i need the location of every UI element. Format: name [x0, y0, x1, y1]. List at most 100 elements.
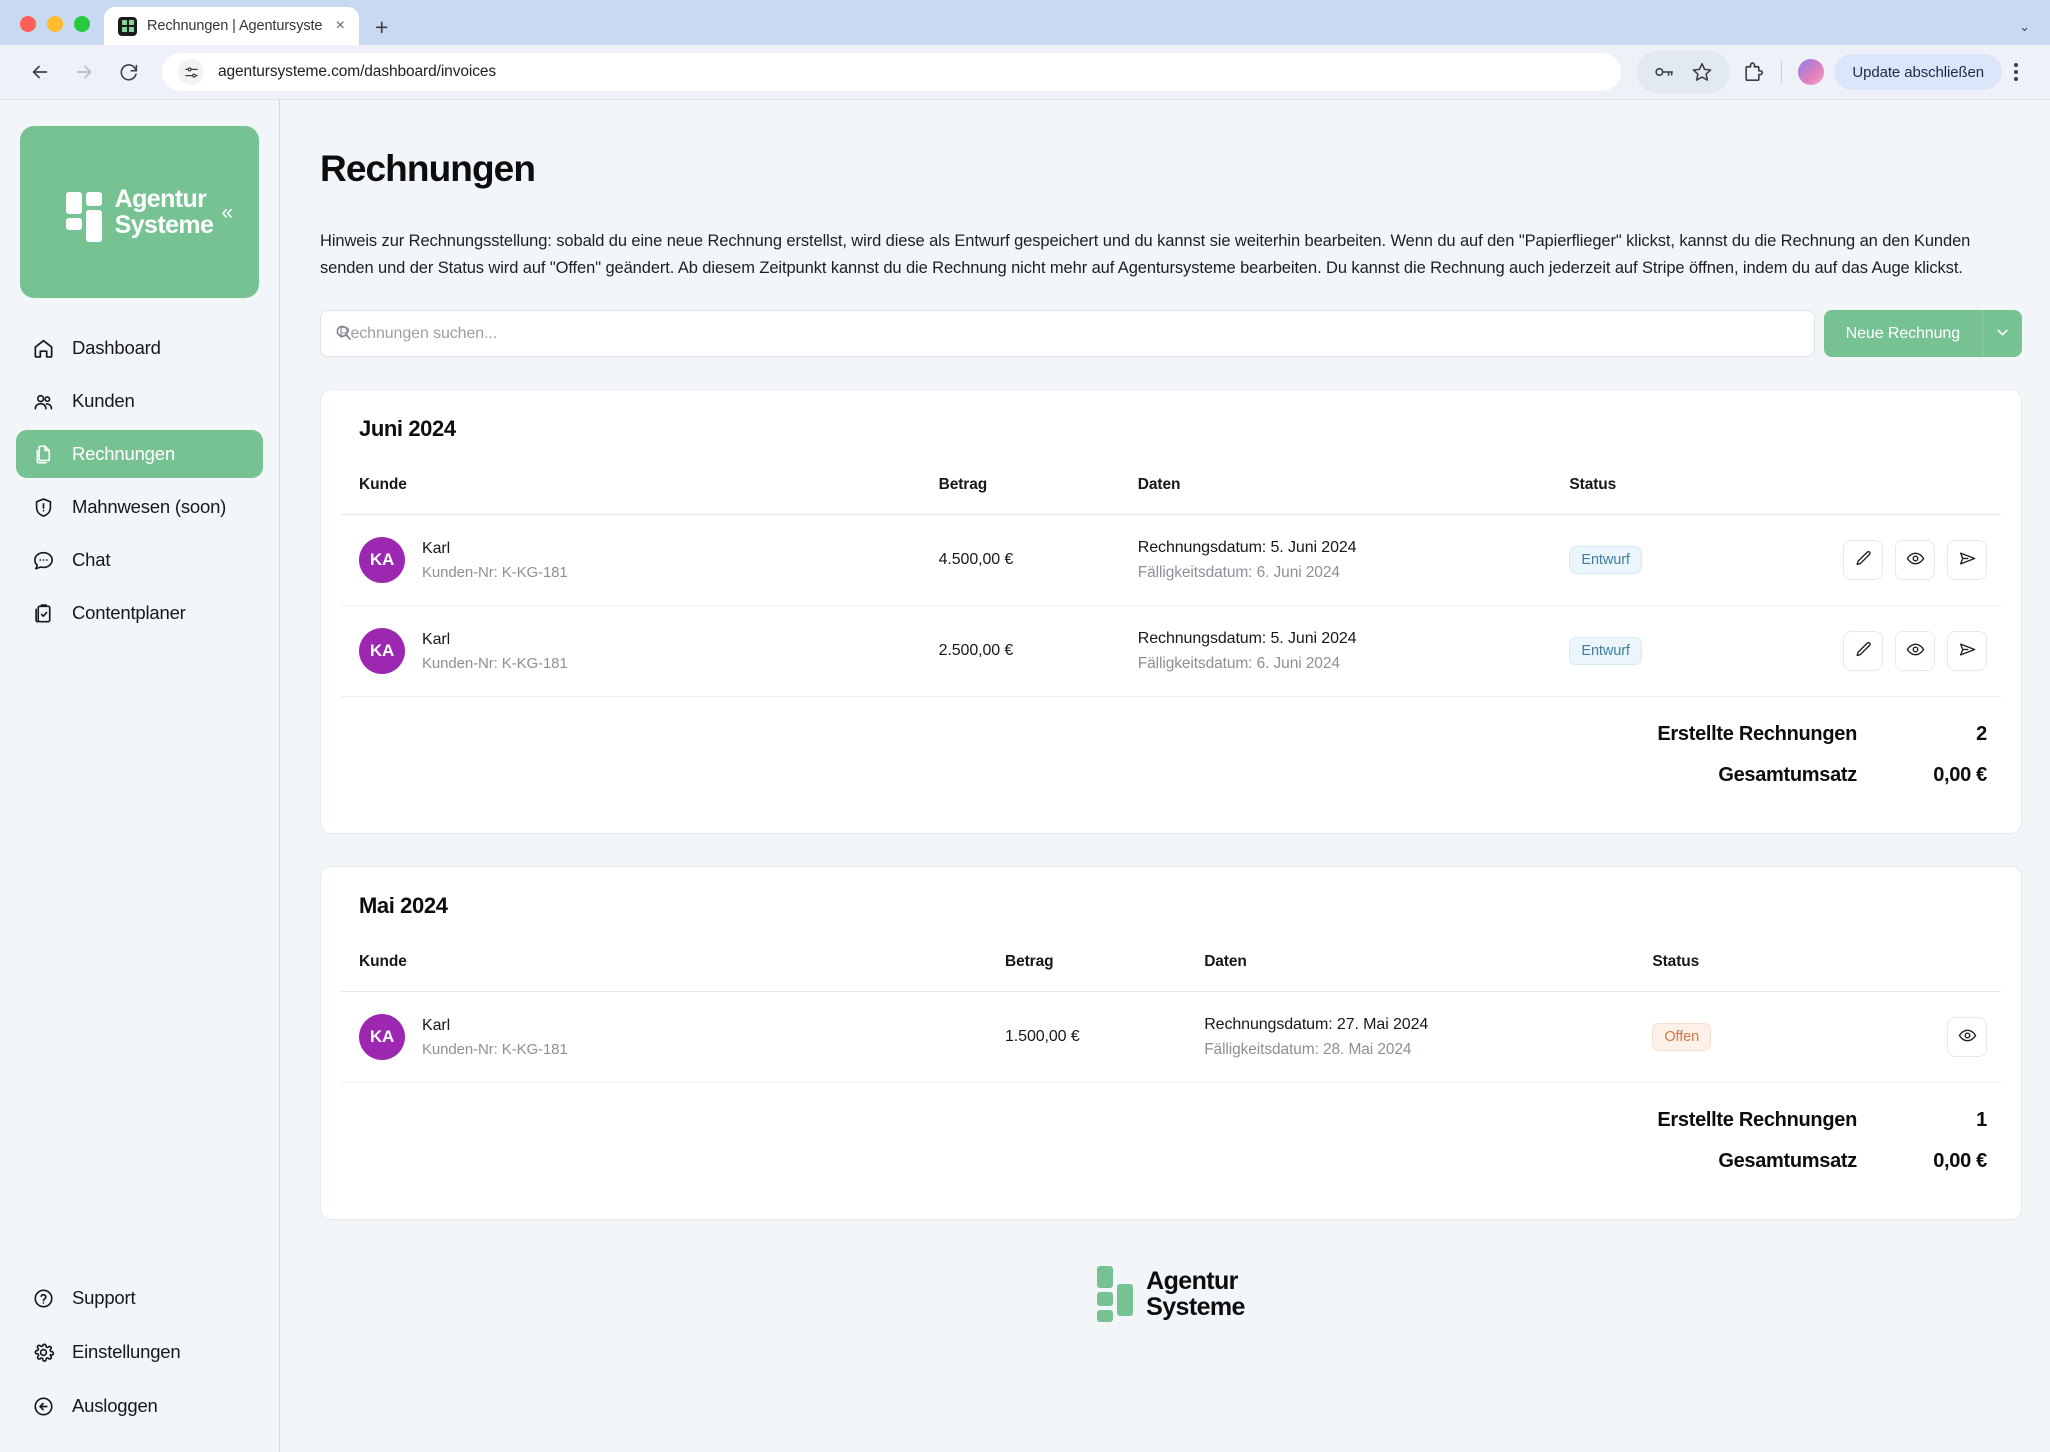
edit-icon	[1854, 640, 1873, 662]
chevron-down-icon[interactable]: ⌄	[2019, 19, 2030, 35]
new-invoice-button[interactable]: Neue Rechnung	[1824, 310, 1982, 357]
new-invoice-dropdown-button[interactable]	[1982, 310, 2022, 357]
edit-icon	[1854, 549, 1873, 571]
star-icon[interactable]	[1685, 55, 1719, 89]
total-row-count: Erstellte Rechnungen 1	[341, 1109, 1987, 1132]
sidebar-item-einstellungen[interactable]: Einstellungen	[16, 1328, 263, 1376]
view-invoice-button[interactable]	[1895, 631, 1935, 671]
view-invoice-button[interactable]	[1947, 1017, 1987, 1057]
shield-alert-icon	[30, 494, 56, 520]
column-header-actions	[1868, 953, 2001, 992]
invoice-group-card: Juni 2024 Kunde Betrag Daten Status	[320, 389, 2022, 834]
site-settings-icon[interactable]	[178, 59, 204, 85]
gear-icon	[30, 1339, 56, 1365]
footer-logo: Agentur Systeme	[1097, 1266, 1245, 1322]
maximize-window-button[interactable]	[74, 16, 90, 32]
reload-button[interactable]	[110, 54, 146, 90]
main-content: Rechnungen Hinweis zur Rechnungsstellung…	[280, 100, 2050, 1452]
sidebar-item-support[interactable]: Support	[16, 1274, 263, 1322]
table-row[interactable]: KA Karl Kunden-Nr: K-KG-181 2.500,00 € R…	[341, 606, 2001, 697]
avatar: KA	[359, 628, 405, 674]
cell-actions	[1802, 606, 2001, 697]
total-label: Erstellte Rechnungen	[1657, 723, 1857, 746]
close-tab-button[interactable]: ×	[332, 18, 349, 34]
sidebar-spacer	[10, 637, 269, 1274]
toolbar-actions: Update abschließen	[1637, 51, 2028, 93]
avatar: KA	[359, 537, 405, 583]
puzzle-icon[interactable]	[1735, 55, 1769, 89]
update-button[interactable]: Update abschließen	[1834, 54, 2002, 90]
sidebar-item-kunden[interactable]: Kunden	[16, 377, 263, 425]
search-row: Neue Rechnung	[320, 310, 2022, 357]
invoice-table: Kunde Betrag Daten Status KA	[341, 953, 2001, 1082]
edit-invoice-button[interactable]	[1843, 540, 1883, 580]
total-row-revenue: Gesamtumsatz 0,00 €	[341, 1150, 1987, 1173]
cell-daten: Rechnungsdatum: 5. Juni 2024 Fälligkeits…	[1138, 515, 1570, 606]
sidebar-item-dashboard[interactable]: Dashboard	[16, 324, 263, 372]
search-input[interactable]	[320, 310, 1815, 357]
column-header-daten: Daten	[1138, 476, 1570, 515]
browser-tab[interactable]: Rechnungen | Agentursysteme ×	[104, 7, 359, 45]
send-icon	[1958, 640, 1977, 662]
send-invoice-button[interactable]	[1947, 631, 1987, 671]
close-window-button[interactable]	[20, 16, 36, 32]
sidebar-item-chat[interactable]: Chat	[16, 536, 263, 584]
total-label: Gesamtumsatz	[1718, 764, 1857, 787]
sidebar-item-rechnungen[interactable]: Rechnungen	[16, 430, 263, 478]
invoice-group-card: Mai 2024 Kunde Betrag Daten Status	[320, 866, 2022, 1220]
footer-logo-text: Agentur Systeme	[1146, 1268, 1245, 1320]
table-header-row: Kunde Betrag Daten Status	[341, 953, 2001, 992]
total-value: 0,00 €	[1857, 764, 1987, 787]
total-row-revenue: Gesamtumsatz 0,00 €	[341, 764, 1987, 787]
cell-actions	[1868, 992, 2001, 1083]
status-badge: Entwurf	[1569, 637, 1641, 665]
total-value: 0,00 €	[1857, 1150, 1987, 1173]
profile-avatar-icon[interactable]	[1794, 55, 1828, 89]
view-invoice-button[interactable]	[1895, 540, 1935, 580]
forward-button[interactable]	[66, 54, 102, 90]
address-bar[interactable]: agentursysteme.com/dashboard/invoices	[162, 53, 1621, 91]
customer-name: Karl	[422, 631, 450, 648]
cell-status: Offen	[1652, 992, 1868, 1083]
table-row[interactable]: KA Karl Kunden-Nr: K-KG-181 1.500,00 € R…	[341, 992, 2001, 1083]
sidebar-nav: Dashboard Kunden Rechnungen	[10, 324, 269, 637]
question-circle-icon	[30, 1285, 56, 1311]
key-icon[interactable]	[1647, 55, 1681, 89]
back-button[interactable]	[22, 54, 58, 90]
cell-betrag: 4.500,00 €	[939, 515, 1138, 606]
kebab-menu-icon[interactable]	[2008, 63, 2028, 81]
chevron-double-left-icon[interactable]: «	[221, 202, 233, 223]
table-row[interactable]: KA Karl Kunden-Nr: K-KG-181 4.500,00 € R…	[341, 515, 2001, 606]
send-invoice-button[interactable]	[1947, 540, 1987, 580]
browser-toolbar: agentursysteme.com/dashboard/invoices Up…	[0, 45, 2050, 100]
documents-icon	[30, 441, 56, 467]
column-header-kunde: Kunde	[341, 953, 1005, 992]
total-label: Erstellte Rechnungen	[1657, 1109, 1857, 1132]
tab-title: Rechnungen | Agentursysteme	[147, 18, 322, 34]
cell-status: Entwurf	[1569, 515, 1801, 606]
logo-line-1: Agentur	[115, 185, 207, 213]
sidebar-item-ausloggen[interactable]: Ausloggen	[16, 1382, 263, 1430]
table-header-row: Kunde Betrag Daten Status	[341, 476, 2001, 515]
new-tab-button[interactable]: +	[375, 16, 388, 39]
sidebar-item-label: Rechnungen	[72, 443, 175, 465]
eye-icon	[1906, 640, 1925, 662]
chat-bubble-icon	[30, 547, 56, 573]
footer-logo-line-2: Systeme	[1146, 1293, 1245, 1321]
avatar: KA	[359, 1014, 405, 1060]
edit-invoice-button[interactable]	[1843, 631, 1883, 671]
invoice-date: Rechnungsdatum: 5. Juni 2024	[1138, 630, 1357, 647]
customer-name: Karl	[422, 540, 450, 557]
sidebar-logo-card[interactable]: Agentur Systeme «	[20, 126, 259, 298]
cell-actions	[1802, 515, 2001, 606]
column-header-status: Status	[1652, 953, 1868, 992]
due-date: Fälligkeitsdatum: 6. Juni 2024	[1138, 564, 1570, 582]
agentursysteme-logo-icon	[66, 192, 102, 232]
customer-number: Kunden-Nr: K-KG-181	[422, 1041, 568, 1058]
minimize-window-button[interactable]	[47, 16, 63, 32]
sidebar-item-mahnwesen[interactable]: Mahnwesen (soon)	[16, 483, 263, 531]
column-header-daten: Daten	[1204, 953, 1652, 992]
sidebar-item-contentplaner[interactable]: Contentplaner	[16, 589, 263, 637]
sidebar-item-label: Kunden	[72, 390, 135, 412]
total-value: 1	[1857, 1109, 1987, 1132]
